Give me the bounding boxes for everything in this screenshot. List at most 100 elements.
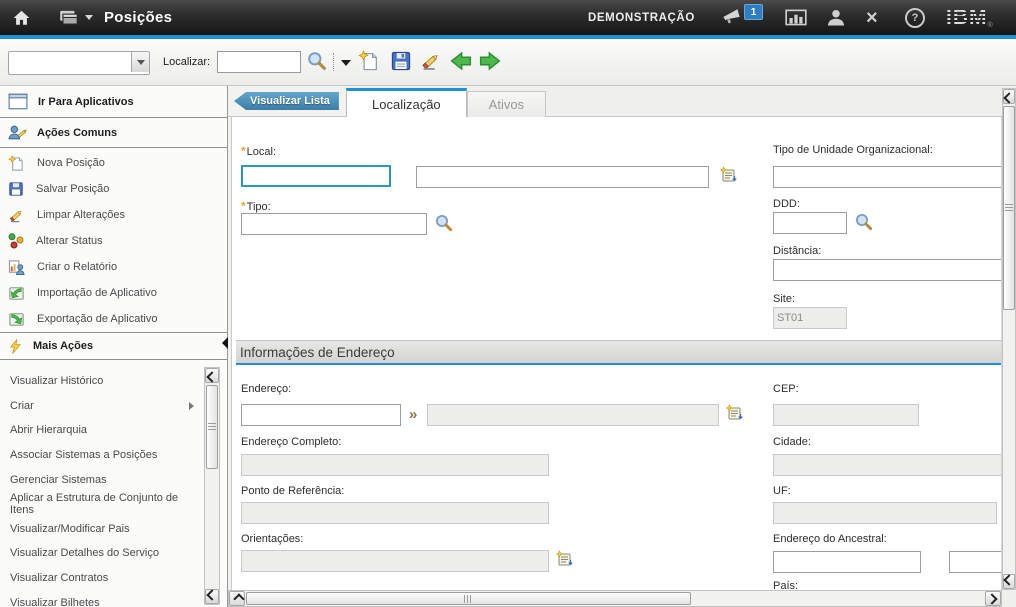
more-actions-item[interactable]: Visualizar Histórico xyxy=(0,369,202,394)
sidebar-item-label: Limpar Alterações xyxy=(37,209,125,221)
cep-input xyxy=(773,404,919,426)
arrow-left-icon xyxy=(449,49,473,73)
more-actions-item[interactable]: Visualizar Detalhes do Serviço xyxy=(0,541,202,566)
endereco-detail-menu-icon[interactable] xyxy=(726,404,744,422)
more-actions-item-criar[interactable]: Criar xyxy=(0,394,202,419)
combo-dropdown-button[interactable] xyxy=(131,52,149,72)
scroll-right-button[interactable] xyxy=(985,591,1001,606)
scroll-up-button[interactable] xyxy=(1003,89,1015,104)
common-actions-header: Ações Comuns xyxy=(0,118,227,148)
more-actions-item[interactable]: Visualizar/Modificar Pais xyxy=(0,517,202,542)
endereco-input[interactable] xyxy=(241,404,401,426)
new-record-button[interactable] xyxy=(356,48,382,74)
more-actions-list: Visualizar Histórico Criar Abrir Hierarq… xyxy=(0,365,202,607)
scrollbar-thumb[interactable] xyxy=(1003,106,1015,310)
more-actions-item[interactable]: Visualizar Bilhetes xyxy=(0,590,202,607)
scrollbar-thumb[interactable] xyxy=(206,385,218,469)
scrollbar-thumb[interactable] xyxy=(246,592,691,605)
sidebar-item-alterar-status[interactable]: Alterar Status xyxy=(0,228,227,254)
tipo-input[interactable] xyxy=(241,213,427,235)
local-input[interactable] xyxy=(241,165,391,187)
save-button[interactable] xyxy=(388,48,414,74)
chevron-down-icon xyxy=(137,60,145,65)
scroll-left-button[interactable] xyxy=(229,591,245,606)
notification-count-badge[interactable]: 1 xyxy=(744,4,763,20)
org-unit-type-input[interactable] xyxy=(773,166,1002,188)
clear-changes-button[interactable] xyxy=(418,48,444,74)
orientacoes-detail-menu-icon[interactable] xyxy=(556,550,574,568)
tipo-select-value-icon[interactable] xyxy=(434,213,452,231)
uf-label: UF: xyxy=(773,485,791,497)
close-button[interactable]: × xyxy=(866,0,878,35)
sidebar-item-limpar-alteracoes[interactable]: Limpar Alterações xyxy=(0,202,227,228)
more-actions-item[interactable]: Aplicar a Estrutura de Conjunto de Itens xyxy=(0,492,202,517)
bar-chart-icon xyxy=(784,8,808,28)
orientacoes-label: Orientações: xyxy=(241,533,303,545)
sidebar-scrollbar[interactable] xyxy=(204,367,220,605)
window-icon xyxy=(8,93,28,110)
scroll-down-button[interactable] xyxy=(205,589,219,604)
ponto-referencia-label: Ponto de Referência: xyxy=(241,485,344,497)
sidebar-item-salvar-posicao[interactable]: Salvar Posição xyxy=(0,176,227,202)
endereco-description-input xyxy=(427,404,719,426)
go-to-applications-button[interactable]: Ir Para Aplicativos xyxy=(0,86,227,118)
ddd-select-value-icon[interactable] xyxy=(854,212,872,230)
next-record-button[interactable] xyxy=(477,48,503,74)
endereco-ancestral-input[interactable] xyxy=(773,551,921,573)
app-switcher-button[interactable] xyxy=(58,0,93,35)
help-button[interactable]: ? xyxy=(905,0,925,35)
application-import-icon xyxy=(8,285,25,302)
vertical-scrollbar[interactable] xyxy=(1002,88,1016,590)
more-actions-title: Mais Ações xyxy=(33,340,93,352)
local-detail-menu-icon[interactable] xyxy=(720,166,738,184)
sidebar: Ir Para Aplicativos Ações Comuns No xyxy=(0,86,228,607)
reports-button[interactable] xyxy=(784,0,808,35)
tab-ativos[interactable]: Ativos xyxy=(467,91,546,117)
view-list-button[interactable]: Visualizar Lista xyxy=(234,92,339,110)
local-label: *Local: xyxy=(241,144,276,158)
org-unit-type-label: Tipo de Unidade Organizacional: xyxy=(773,144,933,156)
crossover-icon[interactable]: » xyxy=(409,406,417,423)
sidebar-item-exportacao-aplicativo[interactable]: Exportação de Aplicativo xyxy=(0,306,227,332)
sidebar-item-criar-relatorio[interactable]: Criar o Relatório xyxy=(0,254,227,280)
scroll-down-button[interactable] xyxy=(1003,574,1015,589)
horizontal-scrollbar[interactable] xyxy=(228,590,1002,607)
ddd-input[interactable] xyxy=(773,212,847,234)
person-pencil-icon xyxy=(8,124,27,141)
find-dropdown-caret[interactable] xyxy=(341,60,351,66)
more-actions-item[interactable]: Gerenciar Sistemas xyxy=(0,467,202,492)
distancia-input[interactable] xyxy=(773,259,1002,281)
sidebar-item-importacao-aplicativo[interactable]: Importação de Aplicativo xyxy=(0,280,227,306)
more-actions-item[interactable]: Visualizar Contratos xyxy=(0,566,202,591)
endereco-completo-label: Endereço Completo: xyxy=(241,436,341,448)
tipo-label: *Tipo: xyxy=(241,199,271,213)
site-input xyxy=(773,307,847,329)
query-select[interactable] xyxy=(8,51,150,75)
common-actions-list: Nova Posição Salvar Posição xyxy=(0,150,227,332)
new-record-icon xyxy=(358,50,380,72)
person-icon xyxy=(826,8,846,28)
tab-localizacao[interactable]: Localização xyxy=(346,88,467,117)
previous-record-button[interactable] xyxy=(448,48,474,74)
required-marker: * xyxy=(241,199,246,213)
find-input[interactable] xyxy=(217,51,301,73)
form-content: *Local: *Tipo: xyxy=(231,117,1002,590)
find-button[interactable] xyxy=(304,48,330,74)
required-marker: * xyxy=(241,144,246,158)
address-section-header: Informações de Endereço xyxy=(236,340,1001,365)
arrow-right-icon xyxy=(478,49,502,73)
ddd-label: DDD: xyxy=(773,198,800,210)
scroll-up-button[interactable] xyxy=(205,368,219,383)
sidebar-item-label: Criar o Relatório xyxy=(37,261,117,273)
local-description-input[interactable] xyxy=(416,166,709,188)
ibm-brand-logo: IBM® xyxy=(946,0,993,35)
profile-button[interactable] xyxy=(826,0,846,35)
help-icon: ? xyxy=(905,8,925,28)
sidebar-item-nova-posicao[interactable]: Nova Posição xyxy=(0,150,227,176)
top-navigation-bar: Posições DEMONSTRAÇÃO 1 xyxy=(0,0,1016,35)
endereco-ancestral-input-2[interactable] xyxy=(949,551,1002,573)
home-icon[interactable] xyxy=(12,0,31,35)
more-actions-item[interactable]: Associar Sistemas a Posições xyxy=(0,443,202,468)
announcements-button[interactable] xyxy=(720,0,744,35)
more-actions-item[interactable]: Abrir Hierarquia xyxy=(0,418,202,443)
